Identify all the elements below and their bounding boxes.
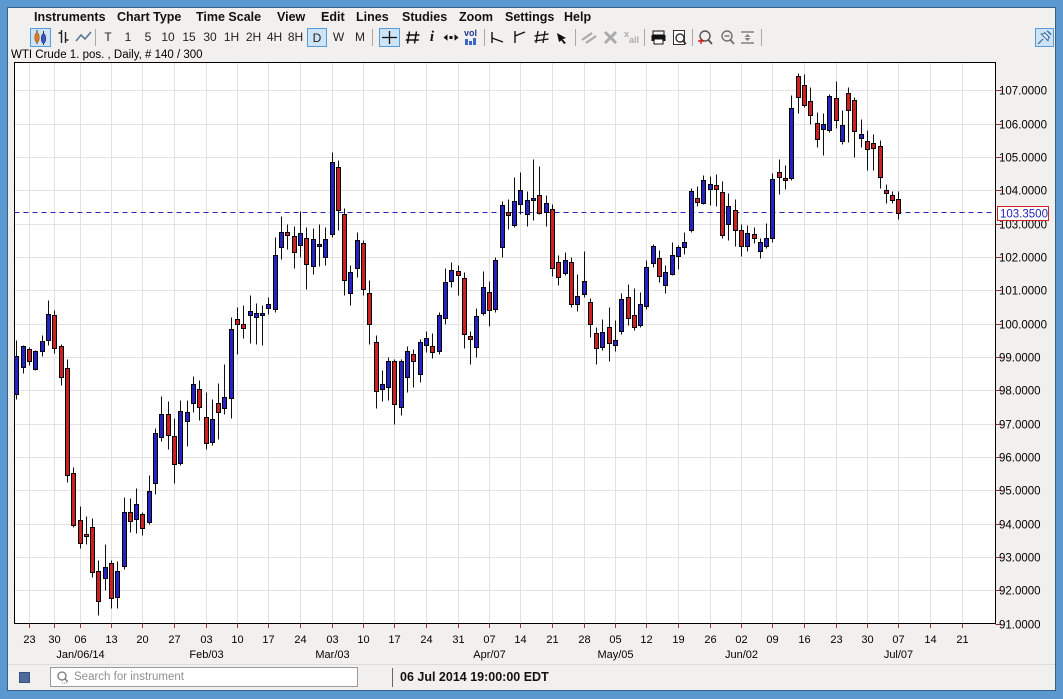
svg-text:WTI Crude 1. pos. , Daily, # 1: WTI Crude 1. pos. , Daily, # 140 / 300 [11,49,203,61]
svg-text:30: 30 [48,634,60,646]
svg-text:05: 05 [609,634,621,646]
svg-text:02: 02 [735,634,747,646]
svg-text:94.0000: 94.0000 [999,520,1041,532]
svg-text:102.0000: 102.0000 [999,253,1047,265]
svg-text:Jul/07: Jul/07 [884,649,913,661]
svg-text:24: 24 [420,634,432,646]
svg-text:03: 03 [326,634,338,646]
svg-text:23: 23 [830,634,842,646]
svg-text:14: 14 [514,634,526,646]
svg-text:103.3500: 103.3500 [1000,209,1048,221]
svg-text:105.0000: 105.0000 [999,153,1047,165]
svg-text:31: 31 [452,634,464,646]
svg-text:13: 13 [105,634,117,646]
svg-text:17: 17 [262,634,274,646]
svg-text:Mar/03: Mar/03 [315,649,349,661]
svg-text:21: 21 [546,634,558,646]
svg-text:27: 27 [168,634,180,646]
svg-text:vol: vol [464,28,477,38]
svg-text:07: 07 [483,634,495,646]
svg-text:98.0000: 98.0000 [999,386,1041,398]
svg-text:10: 10 [231,634,243,646]
svg-text:19: 19 [672,634,684,646]
svg-text:99.0000: 99.0000 [999,353,1041,365]
svg-text:107.0000: 107.0000 [999,86,1047,98]
svg-text:26: 26 [704,634,716,646]
svg-text:Jan/06/14: Jan/06/14 [56,649,104,661]
svg-text:23: 23 [23,634,35,646]
svg-text:all: all [629,35,639,45]
svg-text:97.0000: 97.0000 [999,420,1041,432]
svg-text:106.0000: 106.0000 [999,120,1047,132]
svg-text:May/05: May/05 [597,649,633,661]
svg-text:91.0000: 91.0000 [999,620,1041,632]
svg-text:92.0000: 92.0000 [999,586,1041,598]
svg-text:Feb/03: Feb/03 [189,649,223,661]
svg-text:103.0000: 103.0000 [999,220,1047,232]
svg-text:28: 28 [578,634,590,646]
svg-text:21: 21 [956,634,968,646]
svg-text:100.0000: 100.0000 [999,320,1047,332]
svg-text:14: 14 [924,634,936,646]
svg-text:96.0000: 96.0000 [999,453,1041,465]
svg-text:24: 24 [294,634,306,646]
svg-text:17: 17 [388,634,400,646]
svg-text:09: 09 [766,634,778,646]
svg-text:95.0000: 95.0000 [999,486,1041,498]
svg-text:16: 16 [798,634,810,646]
svg-text:Jun/02: Jun/02 [725,649,758,661]
svg-text:06: 06 [74,634,86,646]
svg-text:03: 03 [200,634,212,646]
svg-text:07: 07 [892,634,904,646]
svg-text:93.0000: 93.0000 [999,553,1041,565]
svg-text:30: 30 [861,634,873,646]
svg-text:101.0000: 101.0000 [999,286,1047,298]
svg-text:104.0000: 104.0000 [999,186,1047,198]
svg-text:12: 12 [640,634,652,646]
svg-text:Apr/07: Apr/07 [473,649,505,661]
svg-text:20: 20 [136,634,148,646]
svg-text:10: 10 [357,634,369,646]
